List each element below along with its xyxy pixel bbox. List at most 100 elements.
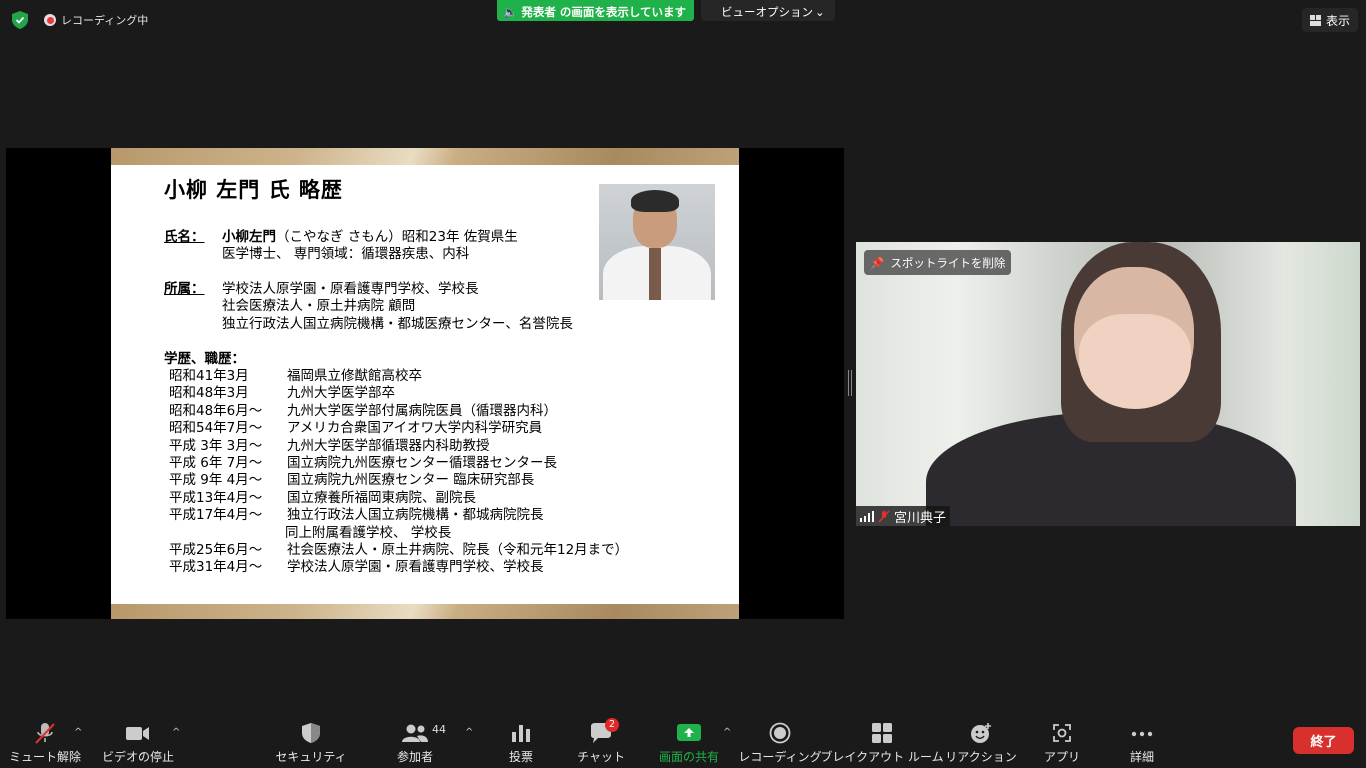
breakout-rooms-button[interactable]: ブレイクアウト ルーム xyxy=(820,715,944,768)
end-meeting-button[interactable]: 終了 xyxy=(1293,727,1354,754)
view-label: 表示 xyxy=(1325,13,1350,28)
affil-line: 学校法人原学園・原看護専門学校、学校長 xyxy=(222,281,479,297)
stop-video-button[interactable]: ビデオの停止 xyxy=(100,715,176,768)
recording-label: レコーディング中 xyxy=(61,14,149,27)
remove-spotlight-button[interactable]: 📌 スポットライトを削除 xyxy=(864,250,1012,275)
participants-icon xyxy=(402,724,428,742)
remove-spotlight-label: スポットライトを削除 xyxy=(890,255,1006,270)
history-date: 平成25年6月～ xyxy=(169,542,263,558)
affil-line: 社会医療法人・原土井病院 顧問 xyxy=(222,298,416,314)
history-date: 平成 6年 7月～ xyxy=(169,455,263,471)
video-options-caret-icon[interactable]: ^ xyxy=(172,727,180,738)
history-date: 平成13年4月～ xyxy=(169,489,263,506)
grid-view-icon xyxy=(1309,14,1321,26)
history-date: 平成31年4月～ xyxy=(169,559,263,576)
name-line: 氏名： xyxy=(164,229,205,246)
pin-icon: 📌 xyxy=(870,255,885,270)
recording-toolbar-label: レコーディング xyxy=(738,750,822,764)
participant-video-tile[interactable]: 📌 スポットライトを削除 宮川典子 xyxy=(856,242,1360,526)
security-shield-icon[interactable] xyxy=(12,11,28,29)
history-text: 学校法人原学園・原看護専門学校、学校長 xyxy=(287,559,544,576)
history-date: 昭和54年7月～ xyxy=(169,420,263,437)
history-text: 九州大学医学部循環器内科助教授 xyxy=(287,437,490,454)
record-icon xyxy=(769,722,791,744)
history-text: 福岡県立修猷館高校卒 xyxy=(287,368,422,384)
chat-unread-badge: 2 xyxy=(605,718,619,732)
share-screen-button[interactable]: 画面の共有 xyxy=(654,715,724,768)
history-date: 昭和48年3月 xyxy=(169,385,249,402)
share-options-caret-icon[interactable]: ^ xyxy=(723,727,731,738)
portrait-photo xyxy=(599,184,715,300)
view-button[interactable]: 表示 xyxy=(1301,8,1358,32)
history-text: 国立病院九州医療センター 臨床研究部長 xyxy=(287,472,535,489)
panel-splitter-handle[interactable] xyxy=(848,370,852,396)
participants-options-caret-icon[interactable]: ^ xyxy=(465,727,473,738)
speaker-icon: 🔈 xyxy=(503,4,518,19)
more-dots-icon xyxy=(1131,731,1153,737)
more-button[interactable]: 詳細 xyxy=(1126,715,1158,768)
shared-screen[interactable]: 小柳 左門 氏 略歴 氏名： 小柳左門（こやなぎ さもん）昭和23年 佐賀県生 … xyxy=(6,148,844,619)
history-label: 学歴、職歴： xyxy=(164,351,245,367)
meeting-toolbar: ミュート解除 ^ ビデオの停止 ^ セキュリティ 参加者 44 ^ 投票 チャッ… xyxy=(0,715,1366,768)
polls-label: 投票 xyxy=(508,750,533,764)
polls-button[interactable]: 投票 xyxy=(505,715,537,768)
reactions-button[interactable]: リアクション xyxy=(945,715,1017,768)
share-screen-label: 画面の共有 xyxy=(658,750,719,764)
history-text: 九州大学医学部卒 xyxy=(287,385,395,402)
stop-video-label: ビデオの停止 xyxy=(101,750,174,764)
name-line2: 医学博士、 専門領域：循環器疾患、内科 xyxy=(222,246,470,262)
history-date: 平成17年4月～ xyxy=(169,507,263,524)
reaction-smiley-icon xyxy=(971,723,991,743)
slide: 小柳 左門 氏 略歴 氏名： 小柳左門（こやなぎ さもん）昭和23年 佐賀県生 … xyxy=(111,148,739,619)
participant-name: 宮川典子 xyxy=(894,510,947,526)
history-date: 昭和48年6月～ xyxy=(169,402,263,419)
name-rest: （こやなぎ さもん）昭和23年 佐賀県生 xyxy=(276,229,518,245)
breakout-rooms-icon xyxy=(872,723,892,743)
history-text: 同上附属看護学校、 学校長 xyxy=(285,524,452,541)
security-label: セキュリティ xyxy=(275,750,347,764)
history-text: 社会医療法人・原土井病院、院長（令和元年12月まで） xyxy=(287,542,629,558)
sharing-banner: 🔈 発表者 の画面を表示しています xyxy=(497,0,694,21)
muted-mic-icon xyxy=(878,509,890,523)
polls-chart-icon xyxy=(512,725,530,742)
unmute-label: ミュート解除 xyxy=(9,750,82,764)
name-label: 氏名： xyxy=(164,229,205,245)
history-text: 国立病院九州医療センター循環器センター長 xyxy=(287,455,557,471)
muted-mic-icon xyxy=(35,723,55,744)
apps-label: アプリ xyxy=(1044,750,1081,764)
reactions-label: リアクション xyxy=(945,750,1017,764)
breakout-rooms-label: ブレイクアウト ルーム xyxy=(820,750,944,764)
share-screen-icon xyxy=(677,724,701,741)
participants-label: 参加者 xyxy=(396,750,433,764)
signal-strength-icon xyxy=(860,510,874,522)
history-text: 国立療養所福岡東病院、副院長 xyxy=(287,489,476,506)
participant-name-tag: 宮川典子 xyxy=(856,506,951,526)
video-camera-icon xyxy=(126,727,149,740)
history-text: 九州大学医学部付属病院医員（循環器内科） xyxy=(287,402,557,419)
history-text: アメリカ合衆国アイオワ大学内科学研究員 xyxy=(287,420,543,437)
recording-dot-icon xyxy=(44,14,56,26)
history-date: 平成 3年 3月～ xyxy=(169,437,263,454)
history-date: 昭和41年3月 xyxy=(169,368,249,384)
affil-label: 所属： xyxy=(164,281,205,297)
apps-icon xyxy=(1053,724,1071,742)
view-options-label: ビューオプション xyxy=(721,4,813,19)
history-date: 平成 9年 4月～ xyxy=(169,472,263,489)
view-options-button[interactable]: ビューオプション ⌄ xyxy=(701,0,835,21)
security-shield-icon xyxy=(302,723,320,743)
chat-label: チャット xyxy=(577,750,625,764)
unmute-button[interactable]: ミュート解除 xyxy=(9,715,82,768)
history-text: 独立行政法人国立病院機構・都城病院院長 xyxy=(287,507,544,524)
apps-button[interactable]: アプリ xyxy=(1044,715,1081,768)
name-bold: 小柳左門 xyxy=(222,229,276,245)
participants-count: 44 xyxy=(432,723,446,736)
name-value: 小柳左門（こやなぎ さもん）昭和23年 佐賀県生 xyxy=(222,229,518,246)
chevron-down-icon: ⌄ xyxy=(815,4,825,19)
audio-options-caret-icon[interactable]: ^ xyxy=(74,727,82,738)
recording-button[interactable]: レコーディング xyxy=(738,715,822,768)
more-label: 詳細 xyxy=(1129,750,1154,764)
sharing-banner-text: 発表者 の画面を表示しています xyxy=(521,4,686,19)
recording-indicator[interactable]: レコーディング中 xyxy=(44,12,148,28)
security-button[interactable]: セキュリティ xyxy=(275,715,347,768)
affil-label-line: 所属： xyxy=(164,281,205,298)
